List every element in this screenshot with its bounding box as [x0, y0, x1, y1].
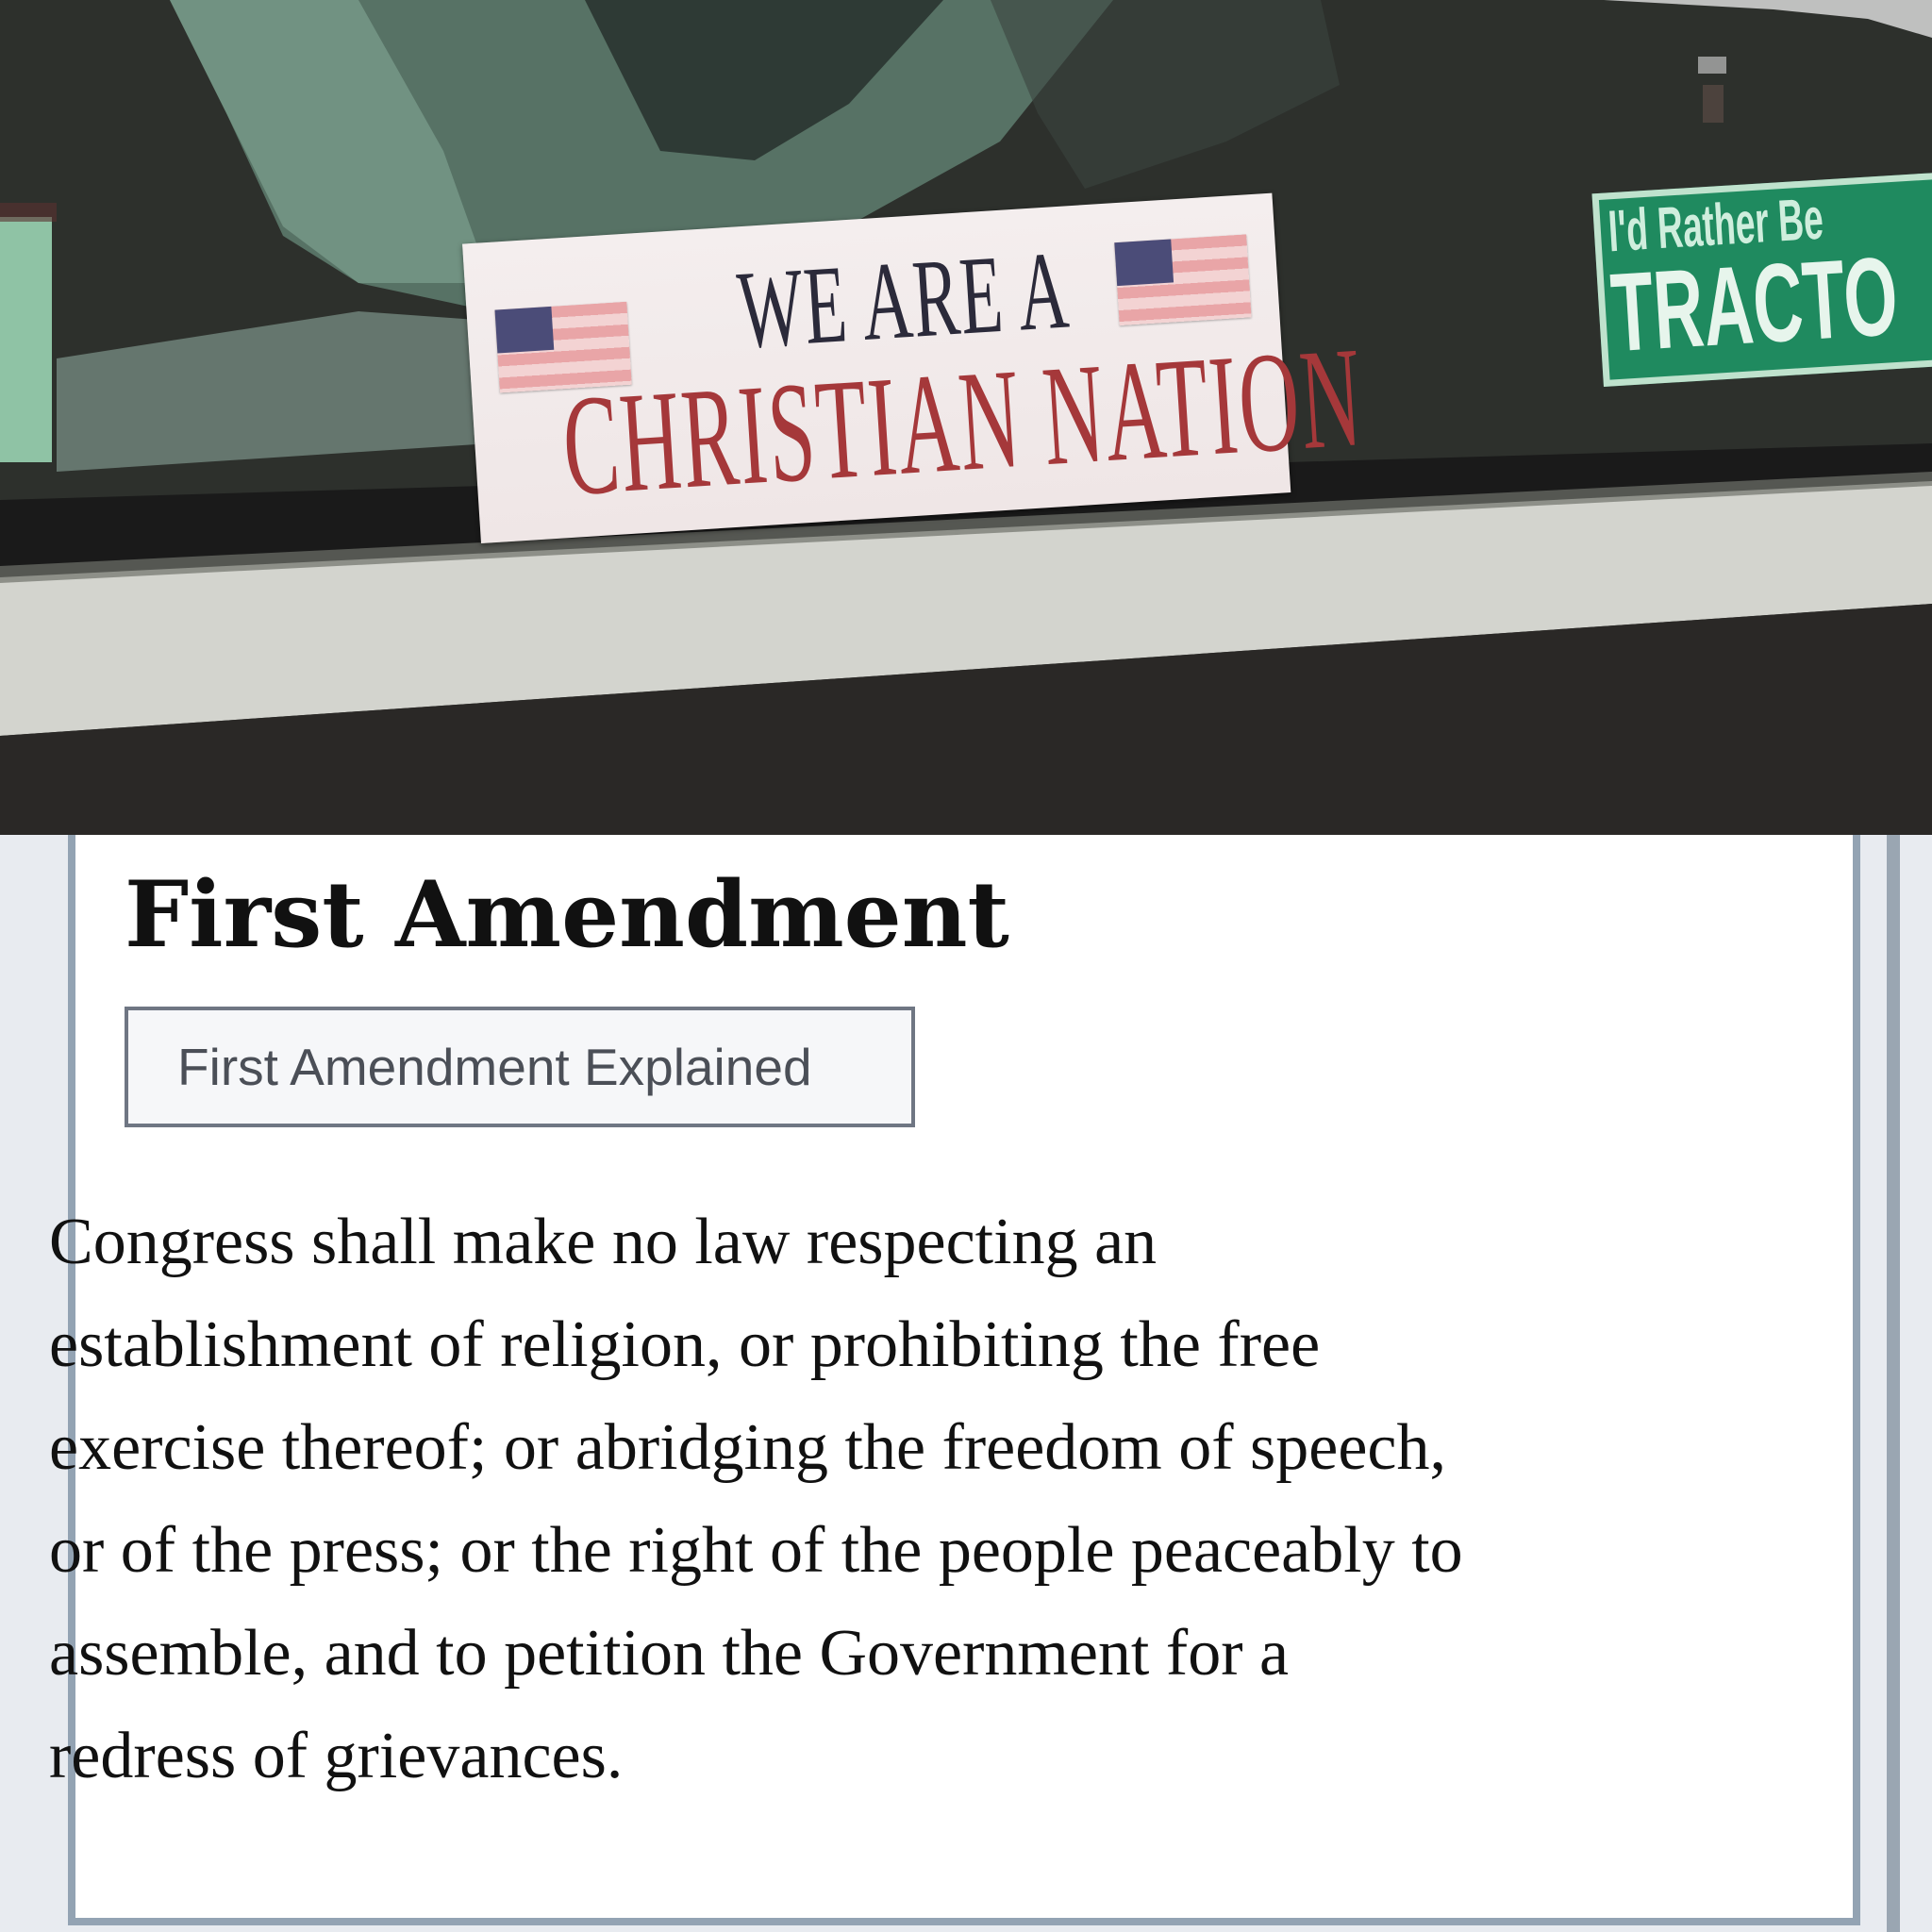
- amendment-text-line: redress of grievances.: [49, 1720, 624, 1792]
- amendment-text-line: establishment of religion, or prohibitin…: [49, 1308, 1321, 1381]
- amendment-text-line: assemble, and to petition the Government…: [49, 1617, 1290, 1690]
- composite-image: WE ARE A CHRISTIAN NATION I'd Rather Be …: [0, 0, 1932, 1932]
- amendment-text-line: Congress shall make no law respecting an: [49, 1206, 1158, 1278]
- tractor-sticker: I'd Rather Be TRACTO: [1591, 169, 1932, 387]
- christian-nation-sticker: WE ARE A CHRISTIAN NATION: [462, 192, 1368, 543]
- amendment-text: Congress shall make no law respecting an…: [49, 1191, 1747, 1807]
- tractor-sticker-big-text: TRACTO: [1607, 233, 1902, 376]
- sticker-line-2: CHRISTIAN NATION: [558, 317, 1368, 526]
- amendment-text-line: or of the press; or the right of the peo…: [49, 1514, 1463, 1587]
- us-flag-icon: [1114, 234, 1252, 326]
- page-title: First Amendment: [125, 861, 1009, 968]
- scroll-rail: [1887, 835, 1900, 1932]
- amendment-explained-button[interactable]: First Amendment Explained: [125, 1007, 915, 1127]
- bumper-sticker-photo: WE ARE A CHRISTIAN NATION I'd Rather Be …: [0, 0, 1932, 835]
- amendment-text-line: exercise thereof; or abridging the freed…: [49, 1411, 1447, 1484]
